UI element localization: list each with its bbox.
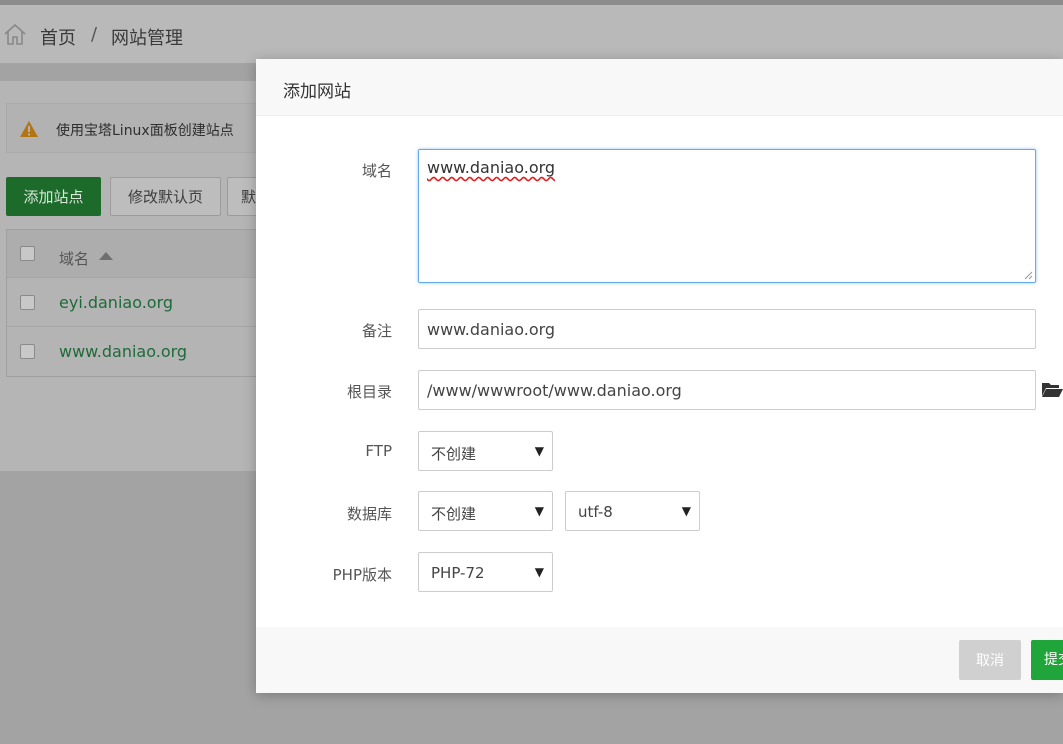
modal-footer: 取消 提交 [256, 627, 1063, 693]
row-checkbox[interactable] [20, 344, 35, 359]
add-site-button[interactable]: 添加站点 [6, 177, 101, 216]
php-version-selected-value: PHP-72 [431, 564, 485, 582]
php-version-label: PHP版本 [332, 566, 392, 584]
breadcrumb-current: 网站管理 [111, 28, 183, 49]
site-domain-link[interactable]: eyi.daniao.org [59, 293, 173, 312]
dropdown-caret-icon: ▼ [681, 504, 691, 518]
database-selected-value: 不创建 [431, 505, 477, 523]
select-all-checkbox[interactable] [20, 246, 35, 261]
add-website-modal: 添加网站 域名 www.daniao.org 备注 www.daniao.org… [256, 59, 1063, 693]
home-icon[interactable] [2, 21, 28, 47]
warning-icon [20, 121, 38, 137]
page-header: 首页 / 网站管理 [0, 5, 1063, 63]
domain-label: 域名 [361, 162, 392, 180]
charset-selected-value: utf-8 [578, 503, 613, 521]
root-dir-input[interactable]: /www/wwwroot/www.daniao.org [418, 370, 1036, 410]
alert-text: 使用宝塔Linux面板创建站点 [56, 123, 234, 139]
dropdown-caret-icon: ▼ [534, 504, 544, 518]
note-label: 备注 [361, 322, 392, 340]
site-table: 域名 eyi.daniao.org www.daniao.org [6, 229, 267, 377]
ftp-selected-value: 不创建 [431, 445, 477, 463]
database-label: 数据库 [346, 505, 392, 523]
note-value: www.daniao.org [427, 320, 556, 339]
row-checkbox[interactable] [20, 295, 35, 310]
ftp-label: FTP [365, 442, 392, 460]
resize-grip-icon[interactable] [1023, 270, 1033, 280]
domain-textarea[interactable]: www.daniao.org [418, 149, 1036, 283]
ftp-select[interactable]: 不创建 ▼ [418, 431, 553, 471]
sort-up-icon[interactable] [99, 252, 113, 260]
note-input[interactable]: www.daniao.org [418, 309, 1036, 349]
dropdown-caret-icon: ▼ [534, 565, 544, 579]
dropdown-caret-icon: ▼ [534, 444, 544, 458]
cancel-button[interactable]: 取消 [959, 640, 1021, 680]
folder-open-icon[interactable] [1041, 380, 1063, 398]
domain-value: www.daniao.org [427, 158, 556, 177]
root-dir-label: 根目录 [346, 383, 392, 401]
alert-bar: 使用宝塔Linux面板创建站点 [6, 103, 266, 153]
site-domain-link[interactable]: www.daniao.org [59, 342, 187, 361]
table-row: www.daniao.org [7, 328, 267, 376]
database-select[interactable]: 不创建 ▼ [418, 491, 553, 531]
edit-default-page-button[interactable]: 修改默认页 [110, 177, 221, 216]
php-version-select[interactable]: PHP-72 ▼ [418, 552, 553, 592]
table-row: eyi.daniao.org [7, 279, 267, 327]
modal-header: 添加网站 [256, 59, 1063, 116]
table-header-row: 域名 [7, 230, 267, 278]
modal-title: 添加网站 [283, 82, 351, 102]
breadcrumb-separator: / [91, 24, 98, 45]
submit-button[interactable]: 提交 [1031, 640, 1063, 680]
column-header-domain[interactable]: 域名 [59, 248, 89, 269]
breadcrumb-home[interactable]: 首页 [40, 24, 76, 50]
charset-select[interactable]: utf-8 ▼ [565, 491, 700, 531]
root-dir-value: /www/wwwroot/www.daniao.org [427, 381, 682, 400]
